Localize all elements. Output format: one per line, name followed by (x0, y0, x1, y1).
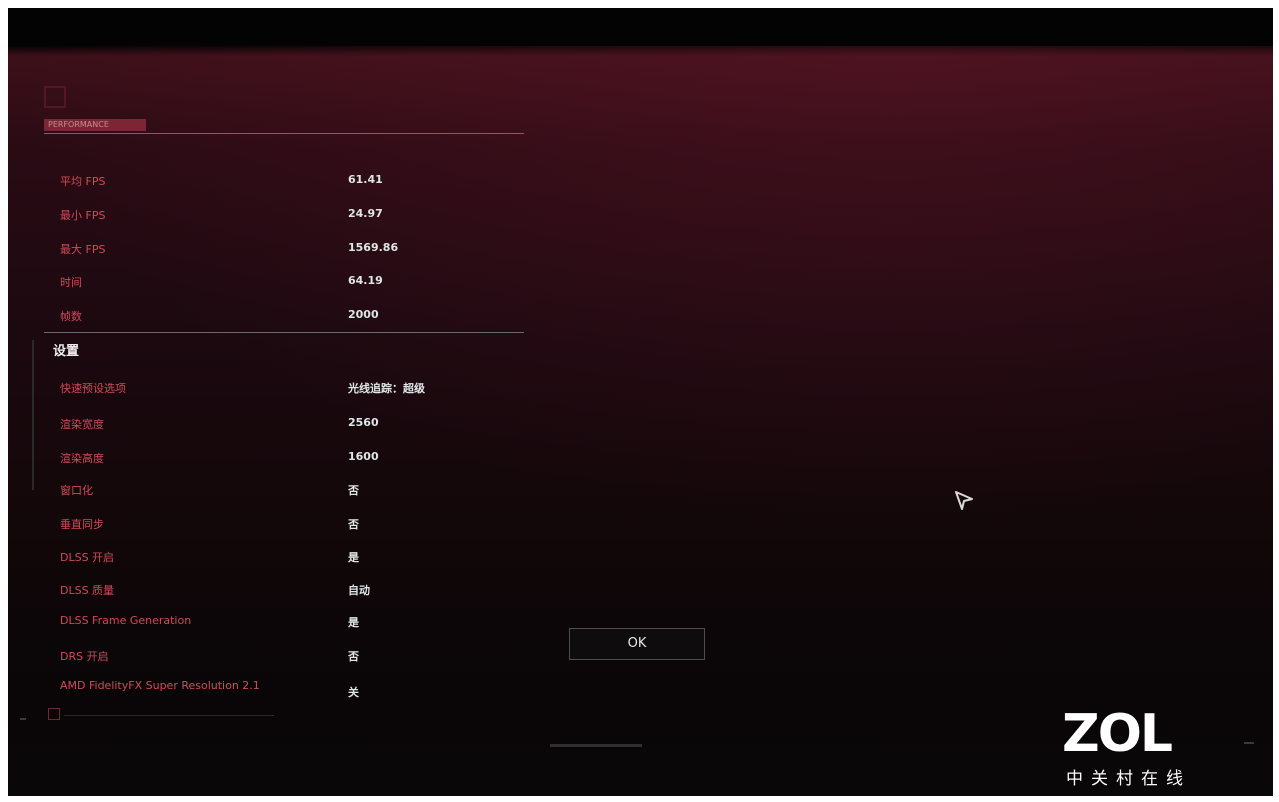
setting-row-windowed: 窗口化 否 (60, 482, 480, 502)
setting-row-dlss-enabled: DLSS 开启 是 (60, 549, 480, 569)
setting-value: 1600 (348, 450, 379, 463)
setting-label: DLSS 质量 (60, 584, 115, 597)
edge-mark (1244, 742, 1254, 744)
setting-label: DLSS Frame Generation (60, 614, 192, 627)
top-letterbox-bar (8, 8, 1273, 46)
setting-row-preset: 快速预设选项 光线追踪：超级 (60, 380, 480, 400)
stat-row-min-fps: 最小 FPS 24.97 (60, 207, 480, 227)
setting-label: 渲染宽度 (60, 418, 104, 431)
key-hint-icon (48, 708, 60, 720)
setting-value: 是 (348, 551, 359, 564)
footer-hint (48, 708, 274, 720)
stat-row-max-fps: 最大 FPS 1569.86 (60, 241, 480, 261)
footer-hint-line (64, 715, 274, 716)
stat-value: 64.19 (348, 274, 383, 287)
stat-value: 1569.86 (348, 241, 399, 254)
edge-mark (20, 718, 26, 720)
benchmark-icon (44, 86, 66, 108)
setting-row-drs-enabled: DRS 开启 否 (60, 648, 480, 668)
setting-row-amd-fsr: AMD FidelityFX Super Resolution 2.1 关 (60, 680, 480, 708)
mouse-cursor-icon (955, 491, 973, 510)
setting-value: 是 (348, 616, 359, 629)
setting-value: 否 (348, 484, 359, 497)
setting-row-render-height: 渲染高度 1600 (60, 450, 480, 470)
stat-label: 最大 FPS (60, 243, 106, 256)
footer-center-bar (550, 744, 642, 747)
ok-button[interactable]: OK (569, 628, 705, 660)
setting-label: 垂直同步 (60, 518, 104, 531)
scroll-rail[interactable] (32, 340, 34, 490)
stat-row-avg-fps: 平均 FPS 61.41 (60, 173, 480, 193)
setting-label: DRS 开启 (60, 650, 109, 663)
benchmark-results-screen: PERFORMANCE 平均 FPS 61.41 最小 FPS 24.97 最大… (8, 8, 1273, 796)
setting-row-vsync: 垂直同步 否 (60, 516, 480, 536)
setting-label: 渲染高度 (60, 452, 104, 465)
stat-row-time: 时间 64.19 (60, 274, 480, 294)
stat-label: 时间 (60, 276, 82, 289)
setting-label: 快速预设选项 (60, 382, 126, 395)
setting-row-dlss-frame-generation: DLSS Frame Generation 是 (60, 614, 480, 634)
stat-label: 平均 FPS (60, 175, 106, 188)
logo-text: ZOL (1062, 704, 1173, 764)
stat-value: 24.97 (348, 207, 383, 220)
settings-title: 设置 (53, 344, 80, 359)
stat-value: 61.41 (348, 173, 383, 186)
setting-value: 光线追踪：超级 (348, 382, 425, 395)
setting-label: DLSS 开启 (60, 551, 115, 564)
setting-value: 否 (348, 518, 359, 531)
stat-value: 2000 (348, 308, 379, 321)
tab-performance[interactable]: PERFORMANCE (44, 119, 146, 131)
stat-label: 最小 FPS (60, 209, 106, 222)
setting-row-dlss-quality: DLSS 质量 自动 (60, 582, 480, 602)
setting-label: 窗口化 (60, 484, 93, 497)
setting-row-render-width: 渲染宽度 2560 (60, 416, 480, 436)
setting-value: 自动 (348, 584, 370, 597)
setting-value: 2560 (348, 416, 379, 429)
divider (44, 332, 524, 333)
zol-watermark-logo: ZOL 中关村在线 (1062, 708, 1212, 794)
setting-value: 关 (348, 686, 359, 699)
setting-label: AMD FidelityFX Super Resolution 2.1 (60, 679, 260, 692)
divider (44, 133, 524, 134)
setting-value: 否 (348, 650, 359, 663)
stat-row-frames: 帧数 2000 (60, 308, 480, 328)
stat-label: 帧数 (60, 310, 82, 323)
logo-subtitle: 中关村在线 (1066, 769, 1191, 789)
